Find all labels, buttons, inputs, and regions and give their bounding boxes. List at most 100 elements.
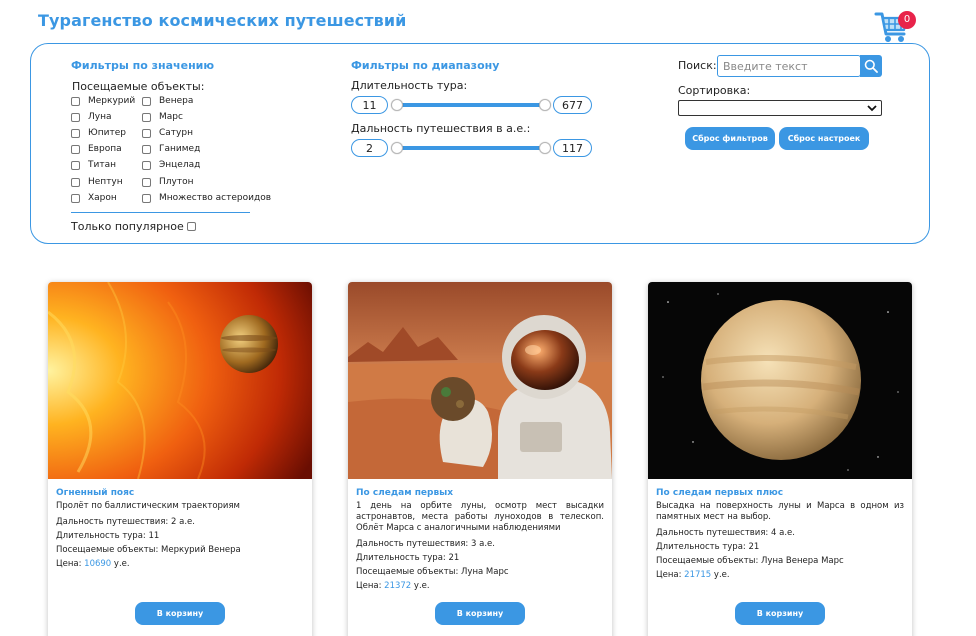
- card-price: Цена: 10690 у.е.: [56, 557, 304, 571]
- checkbox-box[interactable]: [71, 160, 80, 170]
- checkbox-pluto[interactable]: Плутон: [142, 177, 193, 187]
- checkbox-box[interactable]: [71, 193, 80, 203]
- distance-max-input[interactable]: 117: [553, 139, 592, 157]
- checkbox-box[interactable]: [71, 144, 80, 154]
- card-description: Высадка на поверхность луны и Марса в од…: [656, 501, 904, 522]
- card-price-value: 10690: [84, 559, 112, 569]
- checkbox-enceladus[interactable]: Энцелад: [142, 160, 200, 170]
- card-price: Цена: 21372 у.е.: [356, 579, 604, 593]
- checkbox-label: Луна: [88, 112, 112, 122]
- card-objects: Посещаемые объекты: Луна Марс: [356, 567, 509, 577]
- card-price: Цена: 21715 у.е.: [656, 568, 904, 582]
- checkbox-label: Харон: [88, 193, 117, 203]
- checkbox-box[interactable]: [142, 96, 151, 106]
- distance-min-thumb[interactable]: [391, 142, 403, 154]
- checkbox-saturn[interactable]: Сатурн: [142, 128, 193, 138]
- value-filters-title: Фильтры по значению: [71, 59, 215, 72]
- distance-min-input[interactable]: 2: [351, 139, 388, 157]
- search-label: Поиск:: [678, 59, 717, 72]
- add-to-cart-button[interactable]: В корзину: [735, 602, 825, 625]
- card-body: По следам первых плюс Высадка на поверхн…: [656, 488, 904, 582]
- objects-label: Посещаемые объекты:: [72, 80, 205, 93]
- checkbox-label: Европа: [88, 144, 122, 154]
- search-icon: [864, 59, 878, 73]
- checkbox-label: Меркурий: [88, 96, 136, 106]
- tour-card: По следам первых 1 день на орбите луны, …: [348, 282, 612, 636]
- card-duration: Длительность тура: 21: [356, 553, 460, 563]
- checkbox-box[interactable]: [186, 222, 196, 231]
- checkbox-charon[interactable]: Харон: [71, 193, 117, 203]
- checkbox-box[interactable]: [71, 96, 80, 106]
- checkbox-label: Множество астероидов: [159, 193, 272, 203]
- duration-max-input[interactable]: 677: [553, 96, 592, 114]
- card-objects: Посещаемые объекты: Луна Венера Марс: [656, 556, 844, 566]
- venus-image: [648, 282, 912, 479]
- card-duration: Длительность тура: 11: [56, 531, 160, 541]
- divider: [71, 212, 250, 213]
- checkbox-mars[interactable]: Марс: [142, 112, 183, 122]
- card-description: 1 день на орбите луны, осмотр мест высад…: [356, 501, 604, 533]
- add-to-cart-button[interactable]: В корзину: [435, 602, 525, 625]
- card-body: По следам первых 1 день на орбите луны, …: [356, 488, 604, 593]
- card-price-label: Цена:: [356, 581, 382, 591]
- duration-slider-track[interactable]: [391, 103, 551, 107]
- card-price-currency: у.е.: [713, 570, 730, 580]
- checkbox-box[interactable]: [71, 128, 80, 138]
- popular-only-checkbox[interactable]: Только популярное: [71, 220, 196, 233]
- card-objects: Посещаемые объекты: Меркурий Венера: [56, 545, 241, 555]
- checkbox-label: Энцелад: [159, 160, 201, 170]
- checkbox-label: Венера: [159, 96, 194, 106]
- search-button[interactable]: [860, 55, 882, 77]
- site-title: Турагенство космических путешествий: [38, 11, 407, 30]
- page: Турагенство космических путешествий 0 Фи…: [0, 0, 976, 636]
- duration-label: Длительность тура:: [351, 79, 468, 92]
- filters-panel: Фильтры по значению Посещаемые объекты: …: [30, 43, 930, 244]
- card-title: По следам первых: [356, 488, 454, 498]
- checkbox-jupiter[interactable]: Юпитер: [71, 128, 126, 138]
- distance-max-thumb[interactable]: [539, 142, 551, 154]
- cart-count-badge: 0: [898, 11, 916, 29]
- card-price-label: Цена:: [56, 559, 82, 569]
- checkbox-moon[interactable]: Луна: [71, 112, 112, 122]
- range-filters-title: Фильтры по диапазону: [351, 59, 500, 72]
- checkbox-box[interactable]: [142, 160, 151, 170]
- checkbox-europa[interactable]: Европа: [71, 144, 122, 154]
- duration-min-thumb[interactable]: [391, 99, 403, 111]
- checkbox-titan[interactable]: Титан: [71, 160, 116, 170]
- sort-select[interactable]: [678, 100, 882, 116]
- cart-button[interactable]: 0: [874, 4, 916, 44]
- add-to-cart-button[interactable]: В корзину: [135, 602, 225, 625]
- checkbox-box[interactable]: [142, 177, 151, 187]
- card-distance: Дальность путешествия: 4 а.е.: [656, 528, 795, 538]
- checkbox-label: Плутон: [159, 177, 194, 187]
- checkbox-box[interactable]: [142, 112, 151, 122]
- popular-only-label: Только популярное: [71, 220, 184, 233]
- card-price-currency: у.е.: [413, 581, 430, 591]
- reset-settings-button[interactable]: Сброс настроек: [779, 127, 869, 150]
- checkbox-box[interactable]: [142, 144, 151, 154]
- tour-card: Огненный пояс Пролёт по баллистическим т…: [48, 282, 312, 636]
- reset-filters-button[interactable]: Сброс фильтров: [685, 127, 775, 150]
- checkbox-label: Сатурн: [159, 128, 193, 138]
- tour-card: По следам первых плюс Высадка на поверхн…: [648, 282, 912, 636]
- checkbox-venus[interactable]: Венера: [142, 96, 193, 106]
- search-input[interactable]: Введите текст: [717, 55, 861, 77]
- sun-image: [48, 282, 312, 479]
- duration-max-thumb[interactable]: [539, 99, 551, 111]
- card-description: Пролёт по баллистическим траекториям: [56, 501, 240, 511]
- card-price-value: 21372: [384, 581, 412, 591]
- checkbox-ganymede[interactable]: Ганимед: [142, 144, 200, 154]
- card-price-label: Цена:: [656, 570, 682, 580]
- checkbox-neptune[interactable]: Нептун: [71, 177, 123, 187]
- checkbox-box[interactable]: [142, 193, 151, 203]
- card-distance: Дальность путешествия: 3 а.е.: [356, 539, 495, 549]
- checkbox-asteroids[interactable]: Множество астероидов: [142, 193, 271, 203]
- card-body: Огненный пояс Пролёт по баллистическим т…: [56, 488, 304, 571]
- checkbox-box[interactable]: [142, 128, 151, 138]
- distance-slider-track[interactable]: [391, 146, 551, 150]
- checkbox-box[interactable]: [71, 177, 80, 187]
- duration-min-input[interactable]: 11: [351, 96, 388, 114]
- checkbox-box[interactable]: [71, 112, 80, 122]
- checkbox-label: Титан: [88, 160, 116, 170]
- checkbox-mercury[interactable]: Меркурий: [71, 96, 135, 106]
